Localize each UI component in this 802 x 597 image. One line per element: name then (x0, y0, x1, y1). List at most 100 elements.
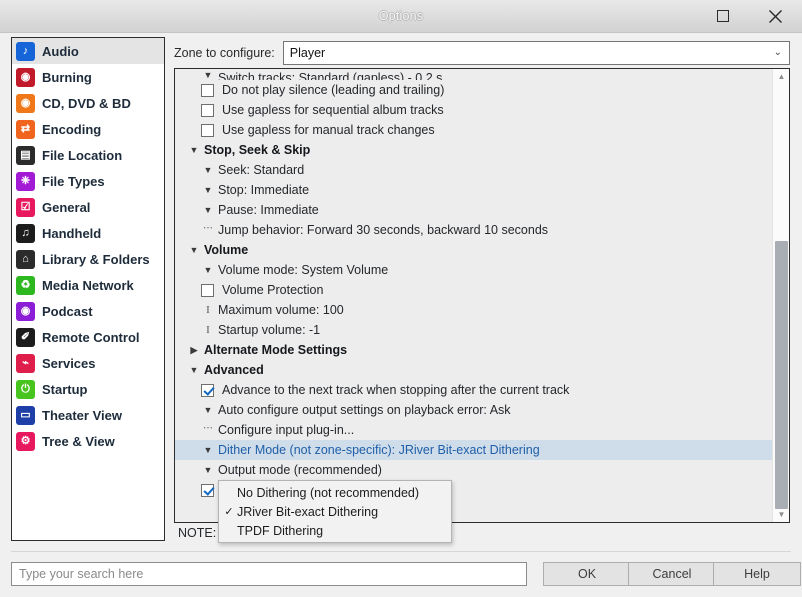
tree-row-label: Output mode (recommended) (218, 463, 382, 477)
tree-row-label: Alternate Mode Settings (204, 343, 348, 357)
help-button[interactable]: Help (713, 562, 801, 586)
sidebar-item-general[interactable]: ☑ General (12, 194, 164, 220)
checkbox-checked-icon[interactable] (201, 383, 214, 397)
sidebar-item-label: Audio (42, 43, 79, 59)
tree-row[interactable]: ▶ Alternate Mode Settings (175, 340, 772, 360)
sidebar-item-remote-control[interactable]: ✐ Remote Control (12, 324, 164, 350)
tree-row[interactable]: Use gapless for sequential album tracks (175, 100, 772, 120)
chevron-down-icon[interactable]: ▼ (187, 245, 201, 255)
tree-row-label: Auto configure output settings on playba… (218, 403, 511, 417)
tree-row-label: Use gapless for sequential album tracks (222, 103, 444, 117)
tree-row[interactable]: ▼ Pause: Immediate (175, 200, 772, 220)
tree-row[interactable]: Use gapless for manual track changes (175, 120, 772, 140)
tree-row[interactable]: ▼ Dither Mode (not zone-specific): JRiver… (175, 440, 772, 460)
zone-label: Zone to configure: (174, 46, 275, 60)
sidebar-item-handheld[interactable]: ♫ Handheld (12, 220, 164, 246)
sidebar-item-theater-view[interactable]: ▭ Theater View (12, 402, 164, 428)
tree-row[interactable]: ▼ Output mode (recommended) (175, 460, 772, 480)
sidebar-item-startup[interactable]: ⏻ Startup (12, 376, 164, 402)
scroll-down-icon[interactable]: ▼ (773, 507, 789, 522)
sidebar-item-services[interactable]: ⌁ Services (12, 350, 164, 376)
ellipsis-icon: ∙∙∙ (202, 420, 213, 434)
dropdown-option-label: No Dithering (not recommended) (237, 485, 420, 500)
checkbox-unchecked-icon[interactable] (201, 83, 214, 97)
sidebar-item-media-network[interactable]: ♻ Media Network (12, 272, 164, 298)
sidebar-item-label: General (42, 199, 91, 215)
sidebar-item-podcast[interactable]: ◉ Podcast (12, 298, 164, 324)
chevron-down-icon[interactable]: ▼ (201, 71, 215, 80)
sidebar-item-label: File Location (42, 147, 123, 163)
sidebar-item-tree-view[interactable]: ⚙ Tree & View (12, 428, 164, 454)
chevron-down-icon[interactable]: ▼ (187, 365, 201, 375)
tree-row-label: Maximum volume: 100 (218, 303, 344, 317)
tree-row-label: Pause: Immediate (218, 203, 319, 217)
sidebar-item-burning[interactable]: ◉ Burning (12, 64, 164, 90)
tree-row[interactable]: Volume Protection (175, 280, 772, 300)
window-title: Options (378, 9, 424, 23)
scrollbar-thumb[interactable] (775, 241, 788, 509)
tree-row[interactable]: ▼ Volume mode: System Volume (175, 260, 772, 280)
burning-disc-icon: ◉ (16, 67, 35, 87)
chevron-down-icon[interactable]: ▼ (201, 465, 215, 475)
dropdown-option[interactable]: TPDF Dithering (219, 521, 451, 540)
tree-row[interactable]: Do not play silence (leading and trailin… (175, 80, 772, 100)
tree-row-label: Stop, Seek & Skip (204, 143, 311, 157)
tree-row[interactable]: ▼ Auto configure output settings on playb… (175, 400, 772, 420)
tree-view-gear-icon: ⚙ (16, 431, 35, 451)
sidebar-item-file-types[interactable]: ❈ File Types (12, 168, 164, 194)
dither-mode-dropdown-menu[interactable]: No Dithering (not recommended) ✓ JRiver Bi… (218, 480, 452, 543)
settings-tree[interactable]: ▼ Switch tracks: Standard (gapless) - 0.2… (175, 69, 772, 500)
checkbox-unchecked-icon[interactable] (201, 123, 214, 137)
tree-row-label: Dither Mode (not zone-specific): JRiver … (218, 443, 540, 457)
sidebar-item-audio[interactable]: ♪ Audio (12, 38, 164, 64)
footer-divider (11, 551, 791, 552)
tree-vertical-scrollbar[interactable]: ▲ ▼ (772, 69, 789, 522)
sidebar-item-encoding[interactable]: ⇄ Encoding (12, 116, 164, 142)
tree-row[interactable]: ▼ Stop: Immediate (175, 180, 772, 200)
zone-select[interactable]: Player ⌄ (282, 41, 790, 65)
chevron-down-icon[interactable]: ▼ (201, 165, 215, 175)
tree-row[interactable]: ▼ Switch tracks: Standard (gapless) - 0.2… (175, 69, 772, 81)
tree-row[interactable]: ∙∙∙ Jump behavior: Forward 30 seconds, ba… (175, 220, 772, 240)
tree-row-label: Advanced (204, 363, 264, 377)
search-input[interactable] (11, 562, 527, 586)
checkbox-unchecked-icon[interactable] (201, 283, 214, 297)
sidebar-item-library-folders[interactable]: ⌂ Library & Folders (12, 246, 164, 272)
chevron-right-icon[interactable]: ▶ (187, 345, 201, 355)
dropdown-option[interactable]: ✓ JRiver Bit-exact Dithering (219, 502, 451, 521)
tree-row[interactable]: ▼ Advanced (175, 360, 772, 380)
cancel-button[interactable]: Cancel (628, 562, 716, 586)
dropdown-option[interactable]: No Dithering (not recommended) (219, 483, 451, 502)
chevron-down-icon[interactable]: ▼ (201, 265, 215, 275)
checkbox-unchecked-icon[interactable] (201, 103, 214, 117)
maximize-button[interactable] (700, 0, 746, 32)
tree-row-label: Switch tracks: Standard (gapless) - 0.2 … (218, 71, 443, 80)
chevron-down-icon[interactable]: ▼ (201, 185, 215, 195)
sidebar-item-cd-dvd-bd[interactable]: ◉ CD, DVD & BD (12, 90, 164, 116)
tree-row[interactable]: ▼ Stop, Seek & Skip (175, 140, 772, 160)
tree-row-label: Volume (204, 243, 249, 257)
chevron-down-icon[interactable]: ▼ (201, 405, 215, 415)
category-sidebar[interactable]: ♪ Audio ◉ Burning ◉ CD, DVD & BD ⇄ Encoding ▤ Fil… (11, 37, 165, 541)
chevron-down-icon[interactable]: ▼ (201, 205, 215, 215)
maximize-icon (717, 10, 729, 22)
file-types-icon: ❈ (16, 171, 35, 191)
file-location-icon: ▤ (16, 145, 35, 165)
ok-button[interactable]: OK (543, 562, 631, 586)
library-folders-icon: ⌂ (16, 249, 35, 269)
sidebar-item-file-location[interactable]: ▤ File Location (12, 142, 164, 168)
tree-row[interactable]: I Maximum volume: 100 (175, 300, 772, 320)
tree-row[interactable]: ▼ Volume (175, 240, 772, 260)
tree-row-label: Advance to the next track when stopping … (222, 383, 570, 397)
scroll-up-icon[interactable]: ▲ (773, 69, 789, 84)
tree-row[interactable]: Advance to the next track when stopping … (175, 380, 772, 400)
checkbox-checked-icon[interactable] (201, 483, 214, 497)
tree-row[interactable]: ▼ Seek: Standard (175, 160, 772, 180)
options-dialog: Options ♪ Audio ◉ Burning ◉ CD, DVD & BD ⇄ Enco… (0, 0, 802, 597)
tree-row[interactable]: ∙∙∙ Configure input plug-in... (175, 420, 772, 440)
chevron-down-icon[interactable]: ▼ (187, 145, 201, 155)
close-button[interactable] (752, 0, 798, 32)
tree-row-label: Configure input plug-in... (218, 423, 355, 437)
tree-row[interactable]: I Startup volume: -1 (175, 320, 772, 340)
chevron-down-icon[interactable]: ▼ (201, 445, 215, 455)
